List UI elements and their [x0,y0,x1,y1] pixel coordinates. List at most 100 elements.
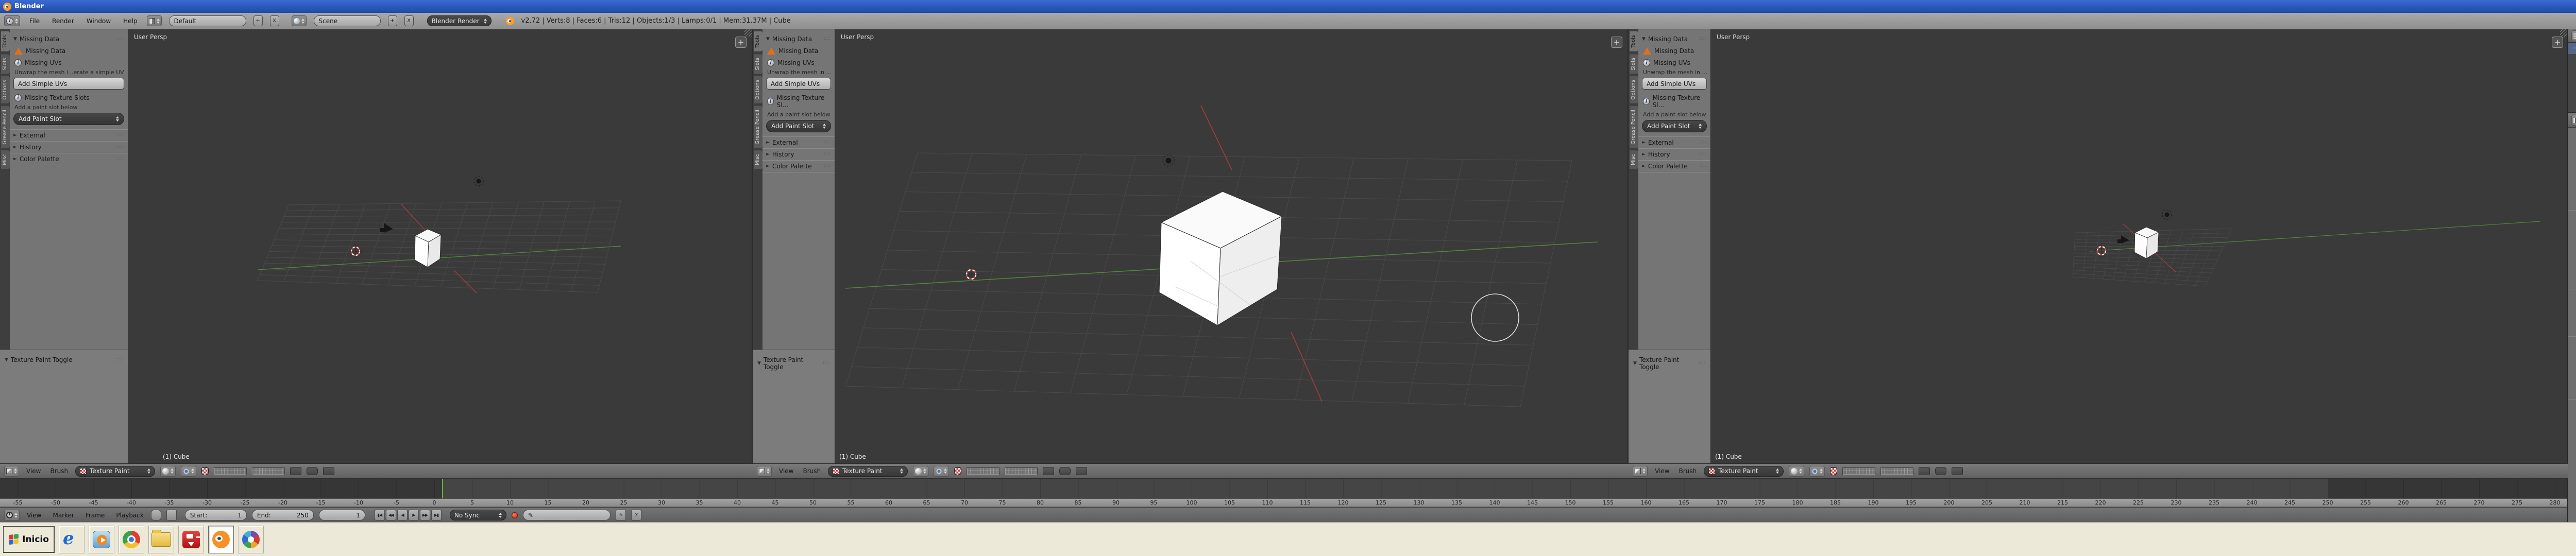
panel-grip[interactable]: ∷∷ [117,157,124,162]
shelf-tab[interactable]: Options [1,76,10,103]
shelf-tab[interactable]: Misc [1,150,10,169]
screenshot-icon[interactable] [1059,467,1071,475]
editor-type-button[interactable] [4,466,19,477]
redo-panel-header[interactable]: ▼ Texture Paint Toggle ∷∷ [5,356,123,363]
shelf-tab[interactable]: Misc [754,150,762,169]
add-paint-slot-dropdown[interactable]: Add Paint Slot [13,113,124,125]
add-layout-button[interactable]: + [253,15,263,26]
editor-type-button[interactable] [1633,466,1648,477]
panel-grip[interactable]: ∷∷ [117,145,124,150]
transport-button[interactable]: ◀◀ [386,510,396,520]
shelf-tab[interactable]: Slots [754,54,762,74]
add-simple-uvs-button[interactable]: Add Simple UVs [13,78,124,90]
menu-item[interactable]: Playback [114,511,146,520]
preview-range-icon[interactable] [151,510,161,520]
screencast-icon[interactable] [1952,467,1963,475]
collapsed-panel-header[interactable]: ►External∷∷ [1642,139,1707,146]
taskbar-app-button[interactable] [148,526,174,553]
layers-widget[interactable] [967,467,999,475]
outliner-row[interactable]: World [2568,65,2576,77]
view-menu[interactable]: View [24,466,43,476]
menu-item[interactable]: Marker [50,511,76,520]
outliner-row[interactable]: + RenderLayers | [2568,54,2576,65]
taskbar-app-button[interactable] [89,526,114,553]
shelf-tab[interactable]: Grease Pencil [754,106,762,148]
scene-name-field[interactable]: Scene [314,15,381,26]
mode-select[interactable]: Texture Paint [828,466,908,477]
add-paint-slot-dropdown[interactable]: Add Paint Slot [766,120,831,132]
layers-widget[interactable] [1880,467,1913,475]
properties-region-expand-button[interactable]: + [735,37,747,48]
transport-button[interactable]: ▮◀ [375,510,385,520]
collapsed-panel-header[interactable]: ►Color Palette∷∷ [766,163,831,170]
delete-keyframe-button[interactable]: X [631,510,641,520]
start-button[interactable]: Inicio [3,526,55,553]
shelf-tab[interactable]: Options [1630,76,1638,103]
brush-menu[interactable]: Brush [801,466,823,476]
pivot-point-button[interactable] [181,466,196,477]
view-menu[interactable]: View [777,466,795,476]
panel-grip[interactable]: ∷∷ [116,357,123,362]
brush-menu[interactable]: Brush [1676,466,1699,476]
screen-layout-field[interactable]: Default [169,15,246,26]
end-frame-field[interactable]: End:250 [252,510,314,520]
timeline-ruler[interactable]: -55-50-45-40-35-30-25-20-15-10-505101520… [0,498,2567,507]
transport-button[interactable]: ▶ [409,510,419,520]
shelf-tab[interactable]: Tools [1630,31,1638,51]
editor-type-button[interactable] [4,510,20,520]
shelf-tab[interactable]: Tools [1,31,10,51]
shelf-tab[interactable]: Grease Pencil [1630,106,1638,148]
properties-region-expand-button[interactable]: + [2552,37,2563,48]
area-corner-handle[interactable] [2560,29,2567,37]
menu-item[interactable]: Window [84,16,113,26]
panel-grip[interactable]: ∷∷ [117,133,124,138]
add-scene-button[interactable]: + [388,15,397,26]
taskbar-app-button[interactable] [238,526,264,553]
layers-widget[interactable] [214,467,247,475]
outliner-row[interactable]: + Camera [2568,77,2576,88]
collapsed-panel-header[interactable]: ►Color Palette ∷∷ [13,155,124,163]
pivot-point-button[interactable] [934,466,949,477]
current-frame-field[interactable]: 1 [319,510,365,520]
viewport-shading-button[interactable] [913,466,928,477]
collapsed-panel-header[interactable]: ►History∷∷ [1642,151,1707,158]
redo-panel-header[interactable]: ▼Texture Paint Toggle∷∷ [1633,356,1706,371]
collapsed-panel-header[interactable]: ►External ∷∷ [13,132,124,139]
menu-item[interactable]: File [27,16,42,26]
start-frame-field[interactable]: Start:1 [185,510,247,520]
missing-data-alert-icon[interactable] [1830,467,1837,475]
viewport-shading-button[interactable] [160,466,176,477]
brush-menu[interactable]: Brush [48,466,70,476]
outliner-row[interactable]: + Cube | [2568,88,2576,99]
timeline-editor[interactable]: -55-50-45-40-35-30-25-20-15-10-505101520… [0,479,2568,523]
redo-panel-header[interactable]: ▼Texture Paint Toggle∷∷ [757,356,830,371]
shelf-tab[interactable]: Options [754,76,762,103]
delete-layout-button[interactable]: X [270,15,279,26]
insert-keyframe-button[interactable]: ✎ [616,510,626,520]
delete-scene-button[interactable]: X [404,15,414,26]
shelf-tab[interactable]: Misc [1630,150,1638,169]
pivot-point-button[interactable] [1809,466,1825,477]
menu-item[interactable]: View [25,511,43,520]
panel-header-missing-data[interactable]: ▼ Missing Data ∷∷ [1642,36,1707,43]
add-simple-uvs-button[interactable]: Add Simple UVs [1642,78,1707,90]
lock-icon[interactable] [1043,467,1054,475]
transport-button[interactable]: ▶▮ [431,510,442,520]
menu-item[interactable]: Render [50,16,76,26]
transport-button[interactable]: ▶▶ [420,510,430,520]
menu-item[interactable]: Frame [83,511,107,520]
viewport-shading-button[interactable] [1789,466,1804,477]
viewport-2[interactable]: User Persp (1) Cube + [835,29,1628,463]
screenshot-icon[interactable] [1935,467,1946,475]
layers-widget[interactable] [1005,467,1038,475]
taskbar-app-button[interactable] [208,526,234,553]
keying-set-field[interactable]: ✎ [523,510,611,520]
layers-widget[interactable] [252,467,285,475]
layers-widget[interactable] [1842,467,1875,475]
view-menu[interactable]: View [1653,466,1671,476]
taskbar-app-button[interactable]: e [59,526,84,553]
area-corner-handle[interactable] [744,29,752,37]
panel-grip[interactable]: ∷∷ [117,37,124,42]
editor-type-button[interactable]: i [4,15,20,26]
editor-type-button[interactable] [757,466,772,477]
